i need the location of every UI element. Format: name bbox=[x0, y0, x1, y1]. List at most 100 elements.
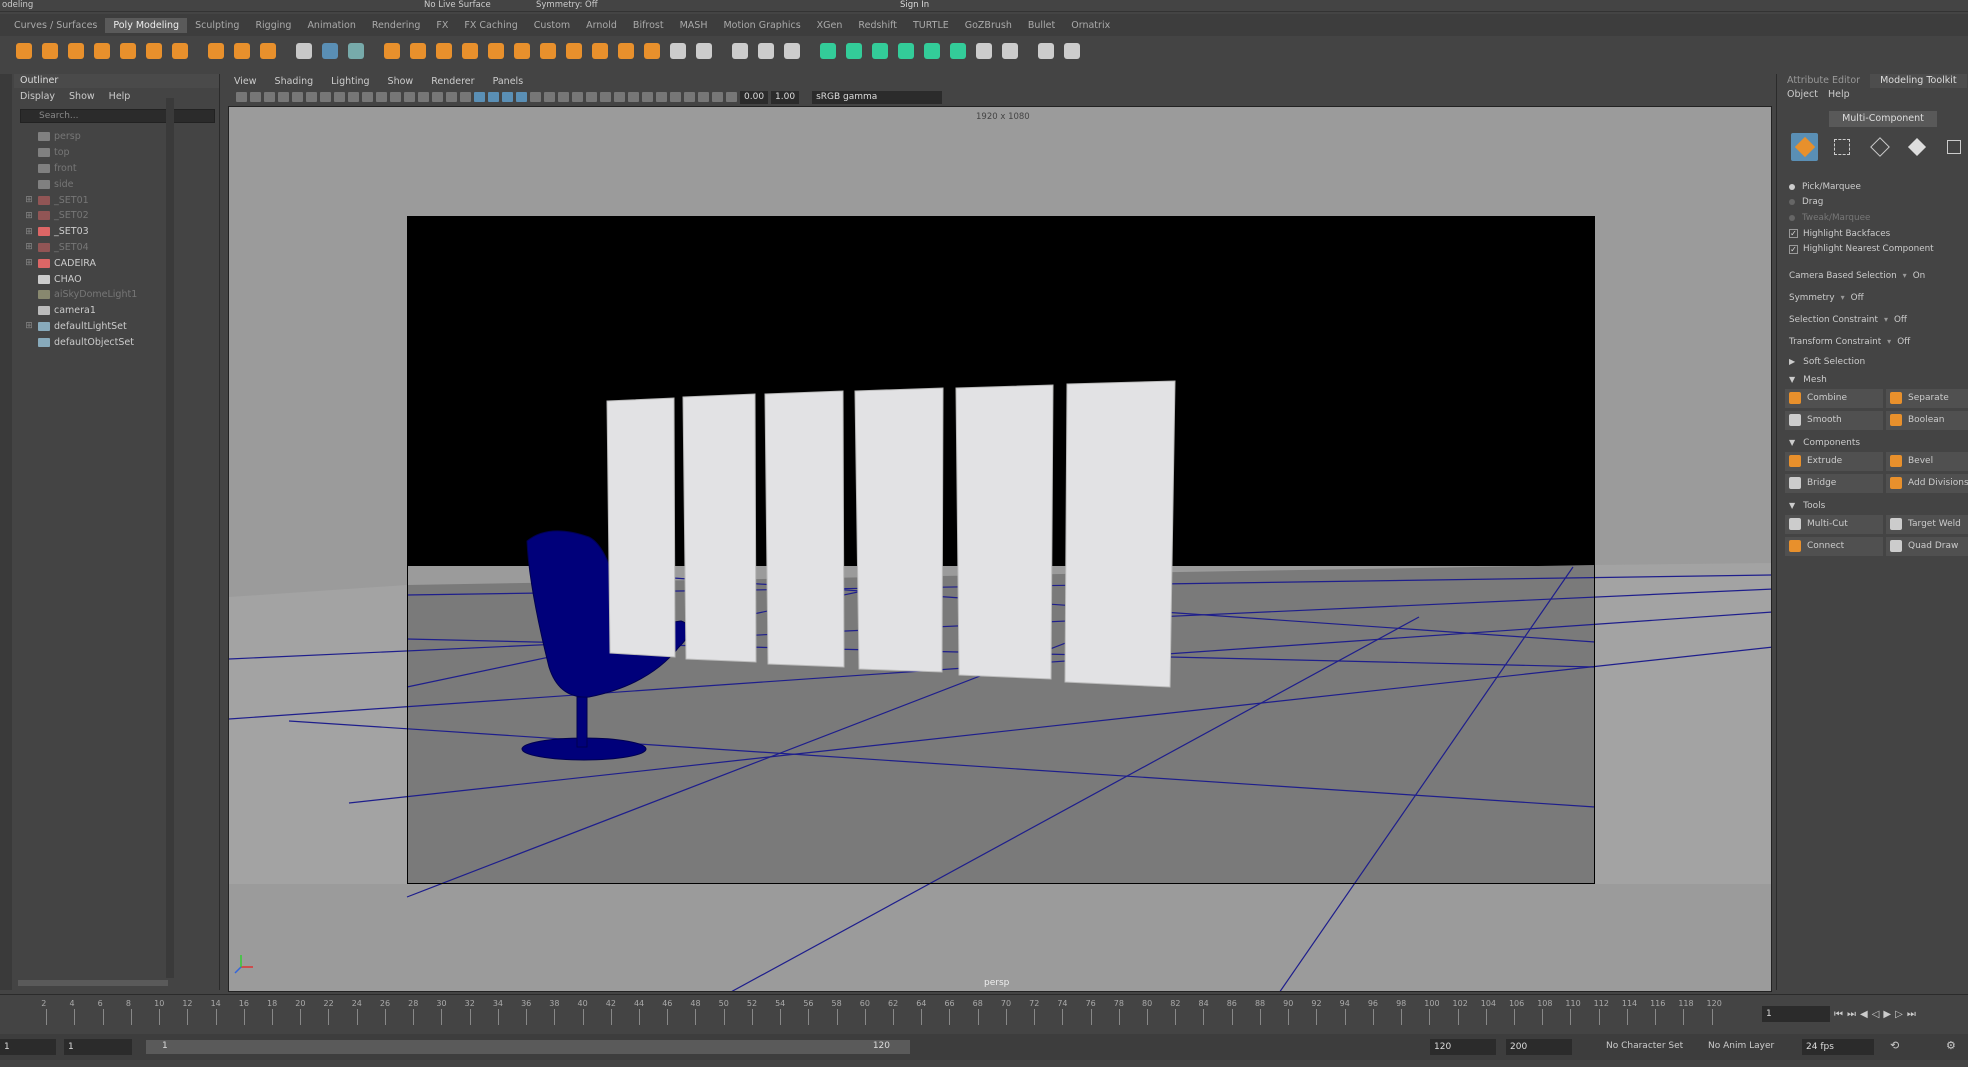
shelf-tab[interactable]: Bullet bbox=[1020, 18, 1063, 33]
outliner-item[interactable]: ⊞ _SET04 bbox=[14, 240, 219, 256]
viewport-tool-icon[interactable] bbox=[656, 92, 667, 102]
gamma-field[interactable]: 1.00 bbox=[771, 90, 800, 104]
toolkit-button[interactable]: Extrude bbox=[1785, 451, 1883, 471]
viewport-tool-icon[interactable] bbox=[558, 92, 569, 102]
shelf-tool-icon[interactable] bbox=[230, 39, 254, 63]
shelf-tab[interactable]: MASH bbox=[672, 18, 716, 33]
shelf-tab[interactable]: Rendering bbox=[364, 18, 429, 33]
shelf-tool-icon[interactable] bbox=[754, 39, 778, 63]
shelf-tab[interactable]: Motion Graphics bbox=[715, 18, 808, 33]
shelf-tab[interactable]: Rigging bbox=[247, 18, 299, 33]
toolkit-button[interactable]: Connect bbox=[1785, 536, 1883, 556]
expand-icon[interactable]: ⊞ bbox=[24, 211, 34, 221]
outliner-scrollbar[interactable] bbox=[166, 98, 174, 978]
live-surface-label[interactable]: No Live Surface bbox=[424, 0, 491, 10]
shelf-tool-icon[interactable] bbox=[998, 39, 1022, 63]
toolkit-button[interactable]: Target Weld bbox=[1886, 514, 1968, 534]
shelf-tool-icon[interactable] bbox=[728, 39, 752, 63]
play-forward-icon[interactable]: ▶ bbox=[1883, 1009, 1891, 1020]
toolkit-menu-item[interactable]: Help bbox=[1828, 89, 1850, 100]
shelf-tool-icon[interactable] bbox=[780, 39, 804, 63]
shelf-tab[interactable]: XGen bbox=[809, 18, 851, 33]
current-frame-field[interactable]: 1 bbox=[1762, 1006, 1830, 1022]
shelf-tab[interactable]: FX Caching bbox=[456, 18, 525, 33]
shelf-tool-icon[interactable] bbox=[536, 39, 560, 63]
expand-icon[interactable]: ⊞ bbox=[24, 195, 34, 205]
shelf-tool-icon[interactable] bbox=[256, 39, 280, 63]
shelf-tab[interactable]: Arnold bbox=[578, 18, 625, 33]
viewport-menu-item[interactable]: Renderer bbox=[431, 76, 474, 87]
outliner-item[interactable]: front bbox=[14, 161, 219, 177]
expand-icon[interactable]: ⊞ bbox=[24, 242, 34, 252]
go-to-end-icon[interactable]: ⏭ bbox=[1907, 1009, 1916, 1020]
color-space-dropdown[interactable]: sRGB gamma bbox=[812, 90, 943, 104]
toolkit-button[interactable]: Boolean bbox=[1886, 410, 1968, 430]
shelf-tool-icon[interactable] bbox=[588, 39, 612, 63]
viewport-menu-item[interactable]: Shading bbox=[275, 76, 314, 87]
selection-radio[interactable]: Tweak/Marquee bbox=[1777, 210, 1968, 226]
viewport-tool-icon[interactable] bbox=[432, 92, 443, 102]
shelf-tool-icon[interactable] bbox=[204, 39, 228, 63]
viewport-tool-icon[interactable] bbox=[250, 92, 261, 102]
shelf-tool-icon[interactable] bbox=[510, 39, 534, 63]
shelf-tool-icon[interactable] bbox=[842, 39, 866, 63]
toolkit-button[interactable]: Add Divisions bbox=[1886, 473, 1968, 493]
shelf-tab[interactable]: Sculpting bbox=[187, 18, 247, 33]
outliner-item[interactable]: CHAO bbox=[14, 271, 219, 287]
toolkit-button[interactable]: Bevel bbox=[1886, 451, 1968, 471]
viewport-tool-icon[interactable] bbox=[516, 92, 527, 102]
sign-in-button[interactable]: Sign In bbox=[900, 0, 929, 10]
outliner-item[interactable]: side bbox=[14, 176, 219, 192]
outliner-menu-item[interactable]: Show bbox=[69, 91, 95, 102]
outliner-menu-item[interactable]: Help bbox=[109, 91, 131, 102]
viewport-tool-icon[interactable] bbox=[488, 92, 499, 102]
selection-radio[interactable]: Drag bbox=[1777, 195, 1968, 211]
shelf-tool-icon[interactable] bbox=[432, 39, 456, 63]
shelf-tool-icon[interactable] bbox=[484, 39, 508, 63]
toolkit-button[interactable]: Smooth bbox=[1785, 410, 1883, 430]
shelf-tool-icon[interactable] bbox=[692, 39, 716, 63]
shelf-tool-icon[interactable] bbox=[292, 39, 316, 63]
outliner-item[interactable]: ⊞ _SET01 bbox=[14, 192, 219, 208]
viewport-tool-icon[interactable] bbox=[362, 92, 373, 102]
fps-dropdown[interactable]: 24 fps bbox=[1802, 1039, 1874, 1055]
viewport-tool-icon[interactable] bbox=[684, 92, 695, 102]
right-panel-tab[interactable]: Modeling Toolkit bbox=[1870, 74, 1967, 88]
shelf-tool-icon[interactable] bbox=[344, 39, 368, 63]
viewport-tool-icon[interactable] bbox=[320, 92, 331, 102]
range-end-field[interactable]: 120 bbox=[1430, 1039, 1496, 1055]
selection-checkbox[interactable]: ✓ Highlight Backfaces bbox=[1777, 226, 1968, 242]
shelf-tab[interactable]: GoZBrush bbox=[957, 18, 1020, 33]
toolkit-button[interactable]: Separate bbox=[1886, 388, 1968, 408]
shelf-tool-icon[interactable] bbox=[920, 39, 944, 63]
go-to-start-icon[interactable]: ⏮ bbox=[1834, 1009, 1843, 1020]
viewport-tool-icon[interactable] bbox=[712, 92, 723, 102]
right-panel-tab[interactable]: Attribute Editor bbox=[1777, 74, 1870, 88]
shelf-tool-icon[interactable] bbox=[64, 39, 88, 63]
viewport-tool-icon[interactable] bbox=[460, 92, 471, 102]
shelf-tab[interactable]: Poly Modeling bbox=[105, 17, 188, 33]
shelf-tab[interactable]: Custom bbox=[526, 18, 578, 33]
character-set-dropdown[interactable]: No Character Set bbox=[1606, 1041, 1683, 1051]
constraint-dropdown[interactable]: Selection Constraint ▾ Off bbox=[1777, 309, 1968, 331]
viewport-tool-icon[interactable] bbox=[390, 92, 401, 102]
viewport-tool-icon[interactable] bbox=[642, 92, 653, 102]
toolkit-button[interactable]: Quad Draw bbox=[1886, 536, 1968, 556]
shelf-tool-icon[interactable] bbox=[972, 39, 996, 63]
outliner-item[interactable]: ⊞ CADEIRA bbox=[14, 255, 219, 271]
shelf-tool-icon[interactable] bbox=[894, 39, 918, 63]
toolkit-button[interactable]: Combine bbox=[1785, 388, 1883, 408]
viewport-tool-icon[interactable] bbox=[292, 92, 303, 102]
viewport-tool-icon[interactable] bbox=[544, 92, 555, 102]
shelf-tool-icon[interactable] bbox=[666, 39, 690, 63]
expand-icon[interactable]: ⊞ bbox=[24, 227, 34, 237]
outliner-item[interactable]: top bbox=[14, 145, 219, 161]
step-back-icon[interactable]: ◀ bbox=[1860, 1009, 1868, 1020]
viewport-tool-icon[interactable] bbox=[446, 92, 457, 102]
shelf-tool-icon[interactable] bbox=[406, 39, 430, 63]
toolkit-menu-item[interactable]: Object bbox=[1787, 89, 1818, 100]
viewport-tool-icon[interactable] bbox=[628, 92, 639, 102]
play-back-icon[interactable]: ◁ bbox=[1872, 1009, 1880, 1020]
viewport-tool-icon[interactable] bbox=[278, 92, 289, 102]
viewport-tool-icon[interactable] bbox=[376, 92, 387, 102]
